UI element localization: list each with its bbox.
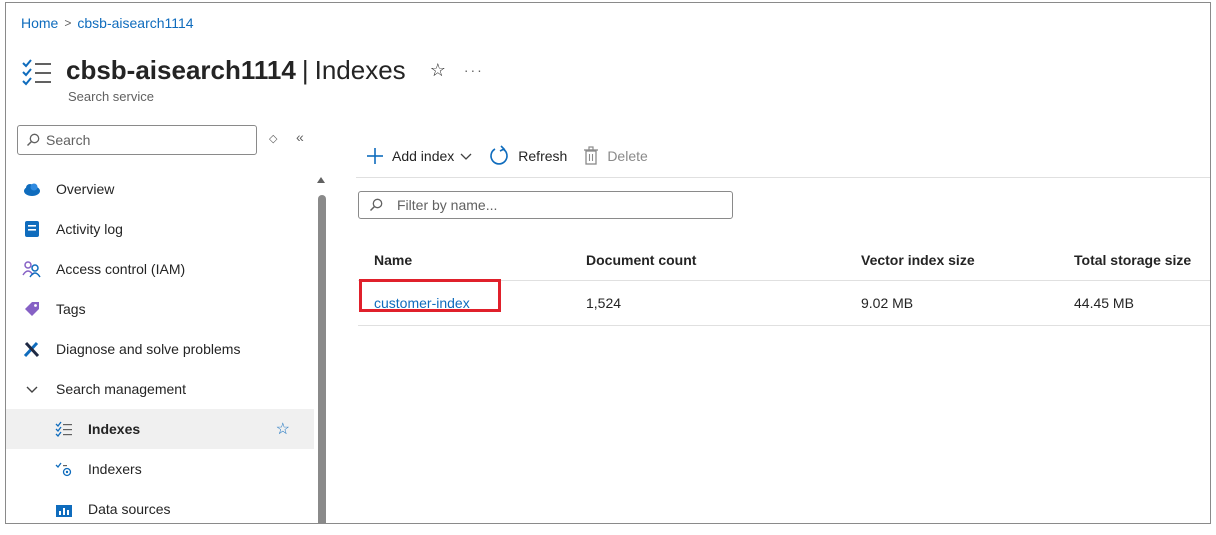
page-header: cbsb-aisearch1114 | Indexes ☆ ··· (20, 49, 484, 91)
highlight-box (359, 279, 501, 312)
data-sources-icon (54, 499, 74, 519)
activity-log-icon (22, 219, 42, 239)
sidebar-group-search-management[interactable]: Search management (6, 369, 314, 409)
favorite-star-icon[interactable]: ☆ (430, 60, 446, 81)
column-header-document-count[interactable]: Document count (570, 252, 845, 268)
column-header-total-storage-size[interactable]: Total storage size (1058, 252, 1210, 268)
indexers-icon (54, 459, 74, 479)
refresh-button[interactable]: Refresh (488, 145, 567, 167)
resource-type-label: Search service (68, 89, 154, 104)
column-header-name[interactable]: Name (358, 252, 570, 268)
refresh-icon (488, 145, 510, 167)
sidebar-item-access-control[interactable]: Access control (IAM) (6, 249, 314, 289)
chevron-down-icon (22, 379, 42, 399)
chevron-down-icon (460, 152, 472, 160)
sidebar-item-overview[interactable]: Overview (6, 169, 314, 209)
trash-icon (583, 146, 599, 166)
sidebar-item-label: Data sources (88, 501, 171, 517)
delete-label: Delete (607, 148, 648, 164)
scroll-up-icon[interactable] (317, 177, 325, 183)
title-separator: | (301, 55, 309, 85)
breadcrumb-separator: > (64, 16, 72, 30)
filter-placeholder: Filter by name... (397, 197, 498, 213)
scrollbar-thumb[interactable] (318, 195, 326, 523)
sidebar-item-label: Search management (56, 381, 186, 397)
vector-index-size-cell: 9.02 MB (861, 295, 914, 311)
breadcrumb-resource-link[interactable]: cbsb-aisearch1114 (77, 15, 193, 31)
sidebar-item-label: Access control (IAM) (56, 261, 186, 277)
more-options-icon[interactable]: ··· (464, 62, 484, 78)
add-index-label: Add index (392, 148, 455, 164)
sidebar-item-label: Overview (56, 181, 115, 197)
sidebar-item-activity-log[interactable]: Activity log (6, 209, 314, 249)
breadcrumb: Home > cbsb-aisearch1114 (21, 15, 194, 31)
sidebar-item-label: Indexers (88, 461, 142, 477)
sidebar-search-placeholder: Search (46, 132, 91, 148)
sidebar-search-input[interactable]: Search (17, 125, 257, 155)
search-icon (26, 133, 40, 147)
resource-name: cbsb-aisearch1114 (66, 55, 296, 85)
indexes-table: Name Document count Vector index size To… (358, 240, 1210, 326)
plus-icon (366, 147, 384, 165)
sidebar-item-label: Indexes (88, 421, 141, 437)
indexes-list-icon (20, 57, 54, 91)
sidebar-item-tags[interactable]: Tags (6, 289, 314, 329)
sidebar-item-data-sources[interactable]: Data sources (6, 489, 314, 523)
table-row: customer-index 1,524 9.02 MB 44.45 MB (358, 279, 1210, 326)
index-name-cell: customer-index (358, 279, 570, 312)
delete-button[interactable]: Delete (583, 146, 648, 166)
sidebar-scrollbar[interactable] (315, 173, 327, 523)
cloud-icon (22, 179, 42, 199)
people-icon (22, 259, 42, 279)
sidebar-item-diagnose[interactable]: Diagnose and solve problems (6, 329, 314, 369)
tag-icon (22, 299, 42, 319)
filter-input[interactable]: Filter by name... (358, 191, 733, 219)
table-header: Name Document count Vector index size To… (358, 240, 1210, 280)
sidebar-item-label: Diagnose and solve problems (56, 341, 241, 357)
sidebar-item-label: Activity log (56, 221, 123, 237)
add-index-button[interactable]: Add index (366, 147, 472, 165)
column-header-vector-index-size[interactable]: Vector index size (845, 252, 1058, 268)
breadcrumb-home-link[interactable]: Home (21, 15, 58, 31)
sidebar-item-indexers[interactable]: Indexers (6, 449, 314, 489)
toolbar-divider (356, 177, 1210, 178)
indexes-icon (54, 419, 74, 439)
sidebar-nav: Overview Activity log Access control (IA… (6, 169, 314, 523)
portal-window: Home > cbsb-aisearch1114 cbsb-aisearch11… (5, 2, 1211, 524)
total-storage-size-cell: 44.45 MB (1074, 295, 1134, 311)
refresh-label: Refresh (518, 148, 568, 164)
search-icon (369, 198, 383, 212)
document-count-cell: 1,524 (586, 295, 622, 311)
collapse-sidebar-icon[interactable]: « (296, 129, 304, 145)
page-name: Indexes (314, 55, 406, 85)
sidebar-item-indexes[interactable]: Indexes ☆ (6, 409, 314, 449)
page-title: cbsb-aisearch1114 | Indexes (66, 54, 406, 86)
command-bar: Add index Refresh Delete (366, 141, 664, 171)
favorite-star-icon[interactable]: ☆ (276, 419, 290, 439)
sidebar-item-label: Tags (56, 301, 86, 317)
wrench-icon (22, 339, 42, 359)
expand-collapse-icon[interactable]: ◇ (269, 132, 277, 145)
